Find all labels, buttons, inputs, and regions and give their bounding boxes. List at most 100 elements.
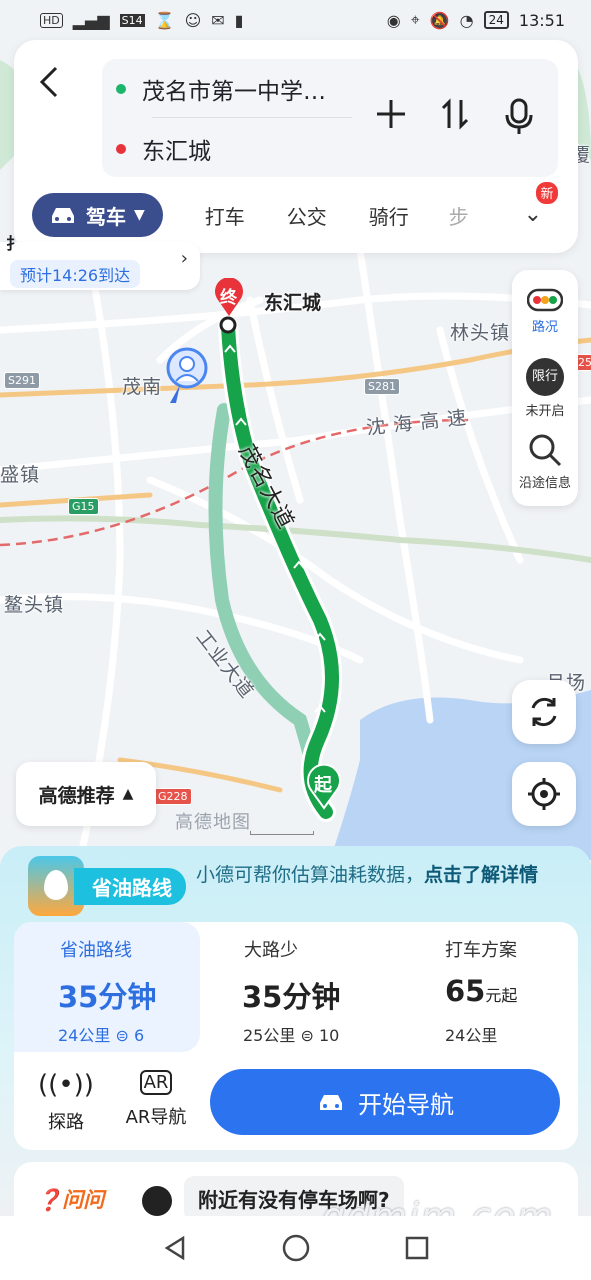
taxi-price: 65 [445, 974, 486, 1008]
status-right: ◉ ⌖ 🔕 ◔ 24 13:51 [387, 10, 565, 30]
route-meta: 25公里 ⊜ 10 [243, 1022, 339, 1046]
status-time: 13:51 [518, 10, 565, 30]
signal-icon: ▂▄▆ [72, 10, 110, 30]
restriction-badge-icon: 限行 [526, 358, 564, 396]
status-bar: HD ▂▄▆ S14 ⌛ ☺ ✉ ▮ ◉ ⌖ 🔕 ◔ 24 13:51 [0, 0, 591, 40]
route-name: 省油路线 [60, 940, 132, 961]
recommend-label: 高德推荐 [38, 784, 115, 807]
tab-walk[interactable]: 步 [449, 201, 469, 230]
route-name: 打车方案 [445, 940, 517, 961]
eta-text: 预计14:26到达 [10, 260, 141, 288]
explore-button[interactable]: ((•)) 探路 [28, 1070, 104, 1134]
promo-tag: 省油路线 [74, 868, 186, 905]
hourglass-icon: ⌛ [154, 10, 175, 30]
promo-text: 小德可帮你估算油耗数据，点击了解详情 [196, 862, 566, 889]
profile-icon: ☺ [184, 10, 202, 30]
road-tag-g15: G15 [68, 498, 99, 515]
route-distance: 24公里 [58, 1026, 111, 1045]
destination-text: 东汇城 [142, 139, 211, 165]
back-button[interactable] [34, 62, 74, 112]
microphone-icon[interactable] [502, 97, 536, 135]
recommend-dropdown[interactable]: 高德推荐 ▲ [16, 762, 156, 826]
map-label-linshan: 林头镇 [450, 322, 511, 344]
restriction-toggle[interactable]: 限行 未开启 [512, 358, 578, 419]
more-modes-chevron-icon[interactable]: ⌄ [524, 202, 542, 227]
explore-label: 探路 [48, 1112, 84, 1133]
current-location-marker[interactable] [166, 347, 208, 407]
route-option-main-roads[interactable]: 大路少 35分钟 25公里 ⊜ 10 [200, 922, 390, 1052]
road-tag-g228: G228 [154, 788, 192, 805]
speedometer-icon: ◔ [459, 10, 474, 30]
origin-text: 茂名市第一中学… [142, 79, 326, 105]
route-price: 65元起 [445, 974, 517, 1008]
location-icon: ⌖ [410, 10, 420, 29]
home-circle-icon[interactable] [281, 1233, 311, 1263]
route-time: 35分钟 [242, 980, 341, 1014]
tab-drive[interactable]: 驾车 ▼ [32, 193, 163, 237]
add-waypoint-icon[interactable] [374, 97, 408, 131]
ar-nav-button[interactable]: AR AR导航 [118, 1070, 194, 1129]
s14-icon: S14 [119, 13, 145, 27]
eta-bubble[interactable]: 扌 预计14:26到达 › [0, 234, 200, 290]
swap-icon[interactable] [438, 97, 472, 131]
route-name: 大路少 [244, 940, 298, 961]
promo-link[interactable]: 点击了解详情 [424, 864, 538, 886]
tab-taxi[interactable]: 打车 [205, 201, 245, 230]
search-icon [529, 434, 562, 467]
recents-square-icon[interactable] [403, 1234, 431, 1262]
route-search-card: 茂名市第一中学… 东汇城 驾车 ▼ 打车 公交 骑行 步 新 ⌄ [14, 40, 578, 253]
along-route-button[interactable]: 沿途信息 [512, 432, 578, 491]
sim-icon: ▮ [234, 10, 244, 30]
ar-nav-label: AR导航 [125, 1107, 187, 1128]
traffic-toggle[interactable]: 路况 [512, 288, 578, 335]
chevron-left-icon [39, 66, 58, 98]
address-box: 茂名市第一中学… 东汇城 [102, 59, 558, 177]
route-distance: 24公里 [445, 1026, 498, 1045]
start-navigation-label: 开始导航 [358, 1090, 454, 1119]
eta-left-fragment: 扌 [6, 234, 23, 253]
battery-icon: 24 [483, 11, 509, 29]
start-pin-label: 起 [314, 775, 332, 796]
droplet-icon [44, 870, 68, 900]
map-watermark: 高德地图 [175, 812, 251, 833]
route-panel: 省油路线 小德可帮你估算油耗数据，点击了解详情 省油路线 35分钟 24公里 ⊜… [0, 846, 591, 1232]
road-tag-s291: S291 [4, 372, 40, 389]
back-triangle-icon[interactable] [161, 1234, 189, 1262]
crosshair-icon [528, 778, 560, 810]
map-label-maonan: 茂南 [122, 376, 163, 398]
route-time: 35分钟 [58, 980, 157, 1014]
tab-bus[interactable]: 公交 [287, 201, 327, 230]
map-label-aotou: 鳌头镇 [4, 594, 65, 616]
route-options: 省油路线 35分钟 24公里 ⊜ 6 大路少 35分钟 25公里 ⊜ 10 打车… [14, 922, 578, 1150]
destination-dot-icon [116, 144, 126, 154]
start-navigation-button[interactable]: 开始导航 [210, 1069, 560, 1135]
end-pin[interactable]: 终 [213, 278, 245, 318]
refresh-route-button[interactable] [512, 680, 576, 744]
ask-tag: ❓问问 [36, 1184, 104, 1214]
mute-bell-icon: 🔕 [429, 10, 450, 30]
fuel-saving-promo[interactable]: 省油路线 小德可帮你估算油耗数据，点击了解详情 [14, 854, 578, 920]
locate-button[interactable] [512, 762, 576, 826]
restriction-label: 未开启 [525, 404, 565, 419]
refresh-icon [531, 697, 557, 727]
ask-tag-label: 问问 [62, 1188, 105, 1212]
tab-bike[interactable]: 骑行 [369, 201, 409, 230]
destination-row[interactable]: 东汇城 [116, 129, 211, 169]
route-option-taxi[interactable]: 打车方案 65元起 24公里 [390, 922, 578, 1052]
map-scale-bar [250, 831, 314, 835]
route-meta: 24公里 ⊜ 6 [58, 1022, 144, 1046]
start-pin[interactable]: 起 [306, 764, 342, 810]
route-distance: 25公里 [243, 1026, 296, 1045]
eye-icon: ◉ [386, 10, 401, 30]
car-icon [320, 1095, 342, 1110]
question-icon: ❓ [36, 1188, 63, 1212]
traffic-light-count-icon: ⊜ [300, 1026, 314, 1045]
map-tools: 路况 限行 未开启 沿途信息 [512, 270, 578, 506]
promo-message: 小德可帮你估算油耗数据， [196, 864, 425, 886]
avatar [142, 1186, 172, 1216]
hd-icon: HD [40, 12, 63, 28]
origin-row[interactable]: 茂名市第一中学… [116, 69, 326, 109]
map-label-destination: 东汇城 [264, 292, 322, 314]
traffic-light-count-icon: ⊜ [115, 1026, 129, 1045]
route-option-fuel[interactable]: 省油路线 35分钟 24公里 ⊜ 6 [14, 922, 200, 1052]
